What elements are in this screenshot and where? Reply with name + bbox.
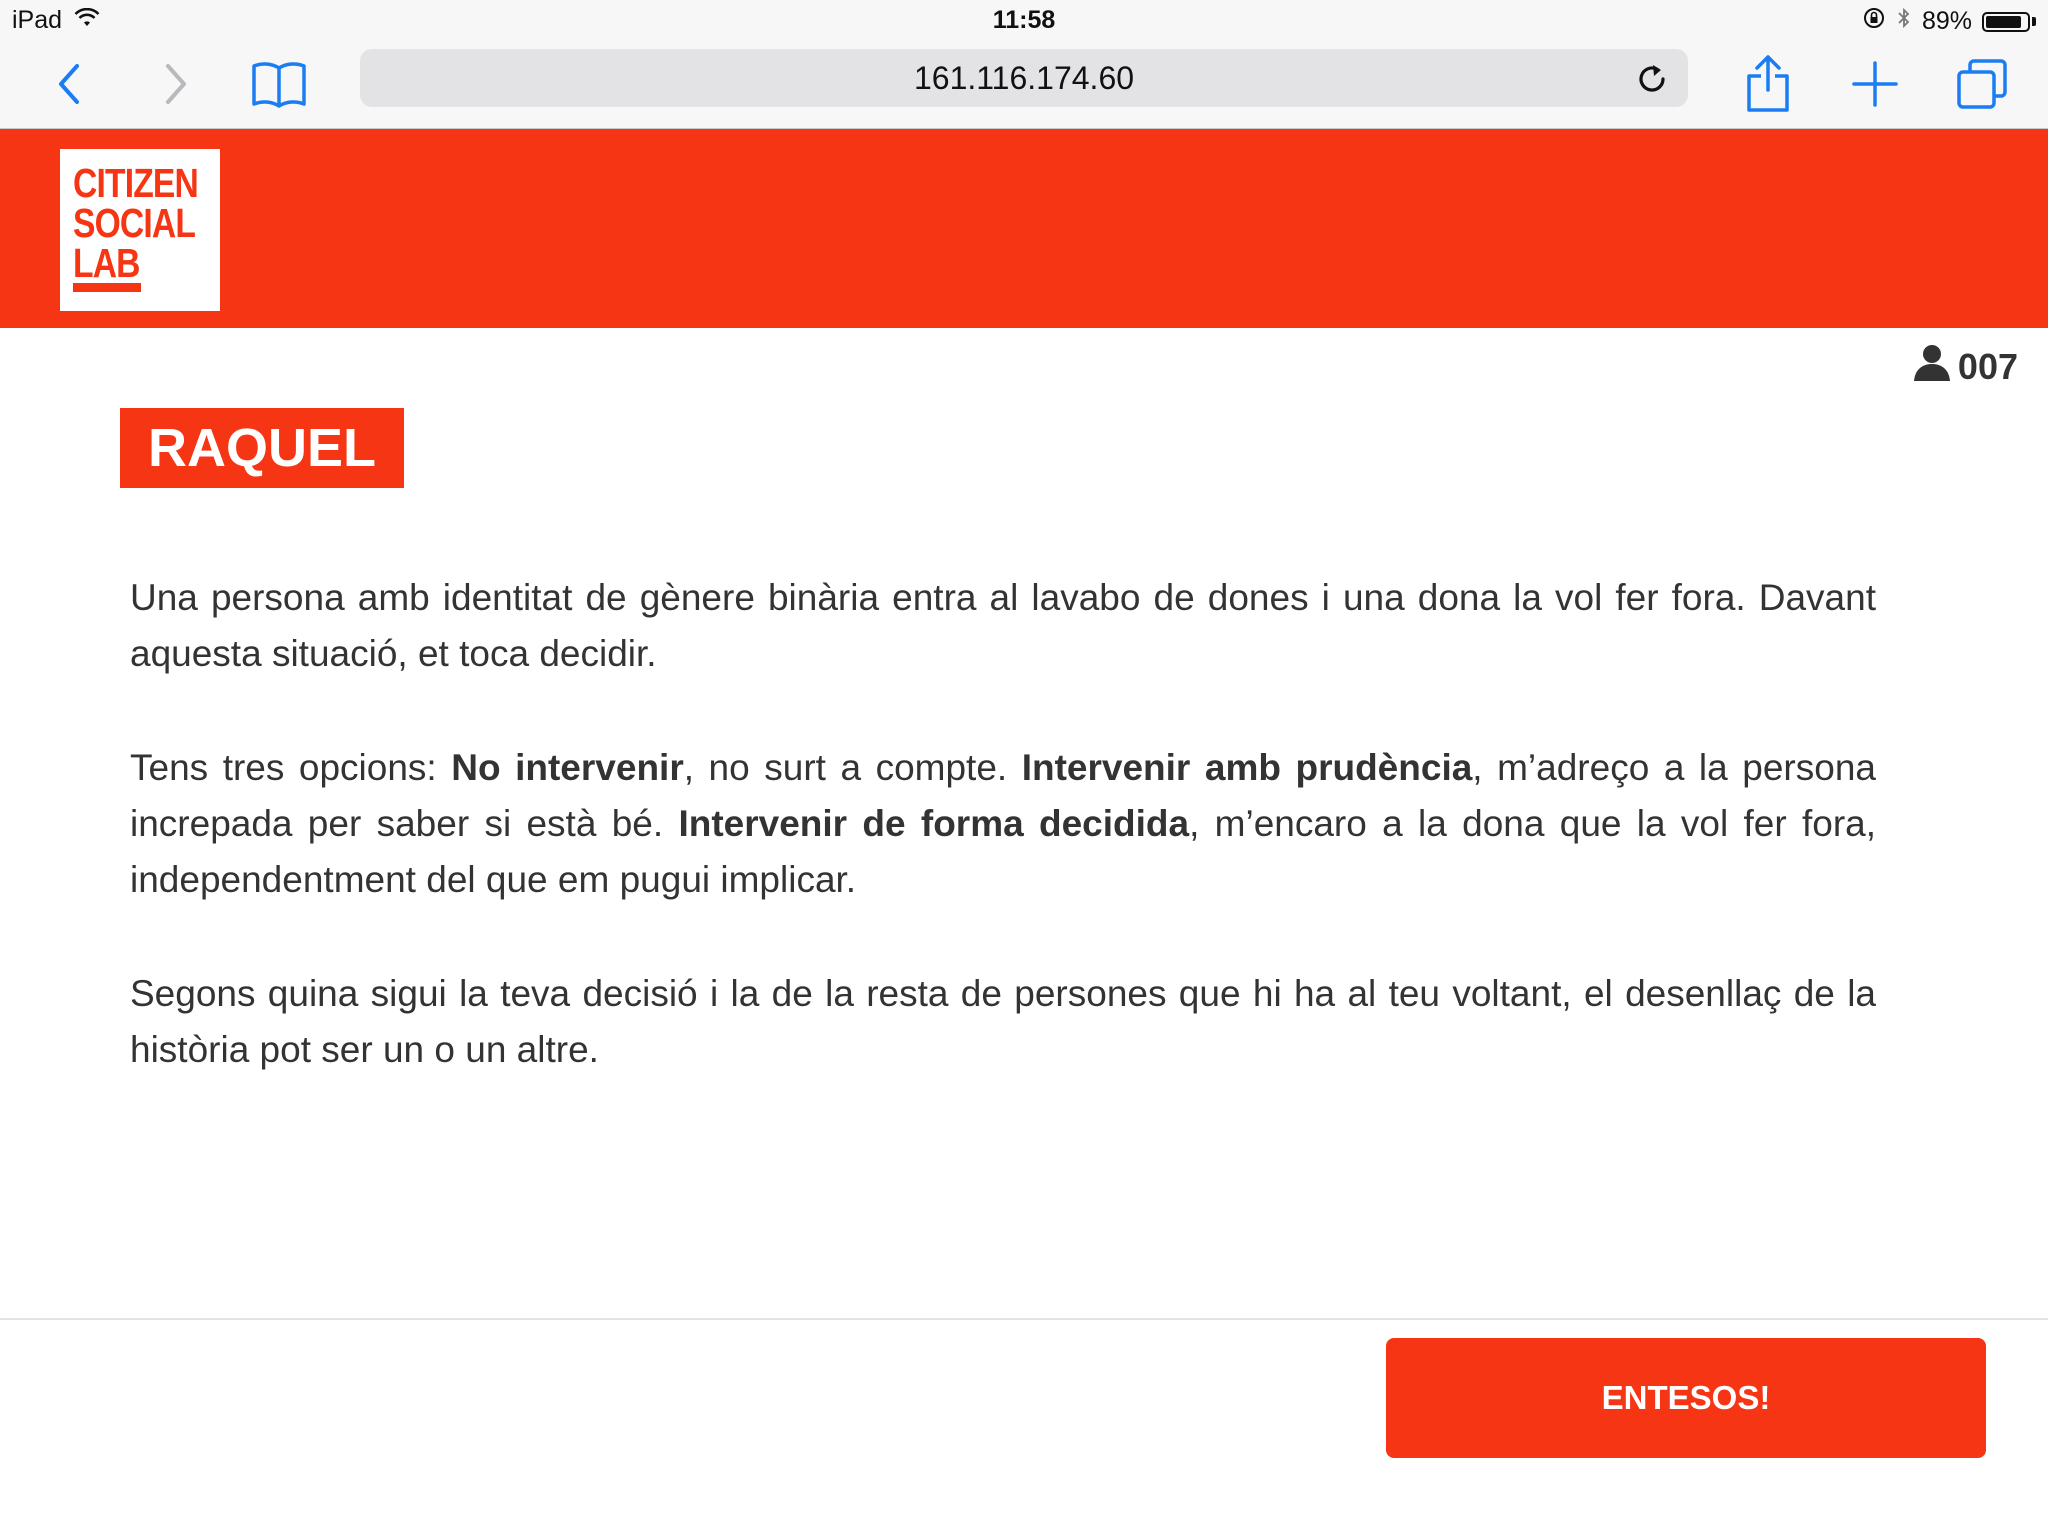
citizen-social-lab-logo[interactable]: CITIZEN SOCIAL LAB xyxy=(60,149,220,311)
app-header: CITIZEN SOCIAL LAB xyxy=(0,129,2048,328)
logo-line-2: SOCIAL xyxy=(73,200,196,246)
status-bar: iPad 11:58 89% xyxy=(0,0,2048,40)
option-intervenir-decidida: Intervenir de forma decidida xyxy=(678,803,1190,844)
logo-line-1: CITIZEN xyxy=(73,160,199,206)
rotation-lock-icon xyxy=(1862,6,1886,37)
share-icon[interactable] xyxy=(1738,54,1798,114)
battery-cap xyxy=(2032,17,2036,26)
bookmarks-icon[interactable] xyxy=(249,54,309,114)
character-name-badge: RAQUEL xyxy=(120,408,404,488)
option-no-intervenir: No intervenir xyxy=(451,747,684,788)
options-intro: Tens tres opcions: xyxy=(130,747,452,788)
bluetooth-icon xyxy=(1896,6,1912,37)
user-icon xyxy=(1912,342,1952,391)
entesos-button[interactable]: ENTESOS! xyxy=(1386,1338,1986,1458)
status-time: 11:58 xyxy=(992,6,1056,34)
story-paragraph-3: Segons quina sigui la teva decisió i la … xyxy=(130,973,1876,1070)
footer-divider xyxy=(0,1318,2048,1320)
battery-icon xyxy=(1982,11,2030,32)
story-paragraph-1: Una persona amb identitat de gènere binà… xyxy=(130,577,1876,674)
user-code: 007 xyxy=(1957,345,2018,387)
option-intervenir-prudencia: Intervenir amb prudència xyxy=(1021,747,1473,788)
address-bar[interactable]: 161.116.174.60 xyxy=(360,49,1688,107)
logo-underline xyxy=(73,283,141,292)
battery-percent: 89% xyxy=(1921,7,1972,35)
logo-line-3: LAB xyxy=(73,240,140,286)
forward-icon[interactable] xyxy=(145,54,205,114)
character-name: RAQUEL xyxy=(148,418,376,478)
reload-icon[interactable] xyxy=(1634,61,1670,97)
user-counter: 007 xyxy=(1912,342,2018,391)
story-content: Una persona amb identitat de gènere binà… xyxy=(130,570,1876,1136)
story-paragraph-2: Tens tres opcions: No intervenir, no sur… xyxy=(130,740,1876,908)
new-tab-icon[interactable] xyxy=(1845,54,1905,114)
status-right: 89% xyxy=(1862,6,2036,37)
browser-toolbar: 161.116.174.60 xyxy=(0,40,2048,129)
url-text[interactable]: 161.116.174.60 xyxy=(360,49,1688,107)
back-icon[interactable] xyxy=(40,54,100,114)
tabs-icon[interactable] xyxy=(1952,54,2012,114)
option-no-intervenir-desc: , no surt a compte. xyxy=(683,747,1022,788)
